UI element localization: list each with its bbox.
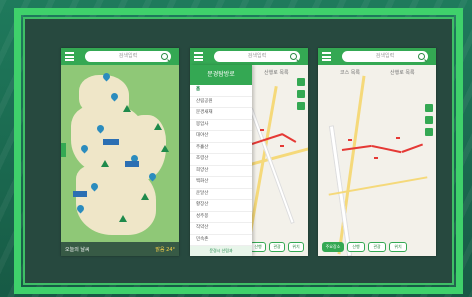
search-icon[interactable]	[161, 53, 168, 60]
search-input[interactable]: 검색입력	[85, 51, 171, 62]
bottom-button[interactable]: 산행	[347, 242, 365, 252]
map-control-button[interactable]	[425, 116, 433, 124]
menu-item[interactable]: 문경새재	[190, 108, 252, 120]
menu-item[interactable]: 봉암사	[190, 120, 252, 131]
bottom-button[interactable]: 위치	[389, 242, 407, 252]
trail-label-marker[interactable]	[348, 139, 352, 141]
menu-item[interactable]: 황장산	[190, 200, 252, 212]
map-label[interactable]	[103, 139, 119, 145]
hamburger-menu-icon[interactable]	[194, 52, 203, 61]
menu-item[interactable]: 민속촌	[190, 235, 252, 246]
trail-label-marker[interactable]	[260, 129, 264, 131]
bottom-button[interactable]: 산행	[250, 242, 266, 252]
course-list-label[interactable]: 코스 목록	[340, 69, 360, 76]
side-menu-drawer: 문경탐방로 홈 산림공원 문경새재 봉암사 대야산 주흘산 조령산 희양산 백화…	[190, 65, 252, 256]
map-control-button[interactable]	[425, 128, 433, 136]
mountain-icon	[154, 123, 162, 130]
trail-list-label[interactable]: 산행로 목록	[390, 69, 415, 76]
menu-item[interactable]: 성주봉	[190, 212, 252, 223]
map-control-button[interactable]	[297, 102, 305, 110]
top-bar: 검색입력	[318, 48, 436, 65]
road	[250, 147, 308, 166]
hamburger-menu-icon[interactable]	[65, 52, 74, 61]
region-map[interactable]	[61, 65, 179, 256]
search-icon[interactable]	[290, 53, 297, 60]
map-control-button[interactable]	[297, 90, 305, 98]
bottom-button[interactable]: 관광	[269, 242, 285, 252]
menu-item[interactable]: 조령산	[190, 154, 252, 166]
drawer-title: 문경탐방로	[190, 65, 252, 85]
menu-item[interactable]: 홈	[190, 85, 252, 97]
menu-item[interactable]: 운달산	[190, 189, 252, 200]
mountain-icon	[141, 193, 149, 200]
menu-item[interactable]: 희양산	[190, 166, 252, 177]
side-drawer-tab[interactable]	[61, 143, 66, 157]
trail-path[interactable]	[281, 133, 297, 143]
trail-map[interactable]	[318, 65, 436, 256]
map-label[interactable]	[73, 191, 87, 197]
road	[328, 176, 428, 196]
top-bar: 검색입력	[61, 48, 179, 65]
bottom-button-group: 산행 관광 위치	[250, 242, 304, 252]
top-bar: 검색입력	[190, 48, 308, 65]
trail-path[interactable]	[371, 145, 402, 154]
trail-path[interactable]	[401, 143, 424, 153]
trail-label-marker[interactable]	[280, 145, 284, 147]
bottom-button[interactable]: 주요장소	[322, 242, 344, 252]
trail-path[interactable]	[341, 144, 372, 151]
search-input[interactable]: 검색입력	[342, 51, 428, 62]
search-placeholder: 검색입력	[247, 53, 267, 59]
bottom-button-group: 주요장소 산행 관광 위치	[322, 242, 407, 252]
menu-item[interactable]: 주흘산	[190, 143, 252, 154]
menu-item[interactable]: 산림공원	[190, 97, 252, 108]
phone-screen-map-overview: 검색입력 오늘의 날씨 맑음 24°	[61, 48, 179, 256]
phone-screen-menu: 검색입력 산행로 목록 산행 관광 위치 문경탐방로 홈 산림공원 문경새재 봉…	[190, 48, 308, 256]
phone-screen-trail-detail: 검색입력 코스 목록 산행로 목록 주요장소 산행 관광 위치	[318, 48, 436, 256]
mountain-icon	[161, 145, 169, 152]
search-icon[interactable]	[418, 53, 425, 60]
bottom-button[interactable]: 관광	[368, 242, 386, 252]
search-placeholder: 검색입력	[375, 53, 395, 59]
trail-label-marker[interactable]	[396, 137, 400, 139]
weather-bar: 오늘의 날씨 맑음 24°	[61, 242, 179, 256]
trail-list-label[interactable]: 산행로 목록	[264, 69, 289, 76]
mountain-icon	[123, 105, 131, 112]
search-input[interactable]: 검색입력	[214, 51, 300, 62]
menu-item[interactable]: 대야산	[190, 131, 252, 143]
mountain-icon	[101, 160, 109, 167]
map-label[interactable]	[125, 161, 139, 167]
trail-label-marker[interactable]	[374, 157, 378, 159]
hamburger-menu-icon[interactable]	[322, 52, 331, 61]
search-placeholder: 검색입력	[118, 53, 138, 59]
mountain-icon	[119, 215, 127, 222]
weather-label: 오늘의 날씨	[65, 247, 90, 253]
bottom-button[interactable]: 위치	[288, 242, 304, 252]
weather-value: 맑음 24°	[155, 247, 175, 253]
map-control-button[interactable]	[425, 104, 433, 112]
road	[337, 75, 366, 255]
drawer-footer: 문경시 산림과	[190, 246, 252, 256]
menu-item[interactable]: 작약산	[190, 223, 252, 235]
map-control-button[interactable]	[297, 78, 305, 86]
menu-item[interactable]: 백화산	[190, 177, 252, 189]
